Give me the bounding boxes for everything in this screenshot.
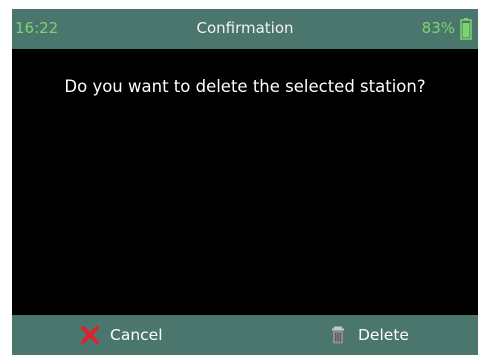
- cancel-button[interactable]: Cancel: [80, 315, 163, 355]
- device-screen: 16:22 Confirmation 83% Do you want to de…: [12, 9, 478, 355]
- status-bar: 16:22 Confirmation 83%: [12, 9, 478, 49]
- trash-icon: [332, 326, 344, 344]
- delete-button[interactable]: Delete: [328, 315, 409, 355]
- action-bar: Cancel Delete: [12, 315, 478, 355]
- screen-title: Confirmation: [196, 19, 294, 37]
- close-x-icon: [81, 326, 99, 344]
- battery-percentage: 83%: [421, 19, 455, 37]
- cancel-label: Cancel: [110, 326, 163, 344]
- confirmation-message: Do you want to delete the selected stati…: [64, 77, 426, 96]
- battery-icon: [460, 18, 472, 40]
- delete-label: Delete: [358, 326, 409, 344]
